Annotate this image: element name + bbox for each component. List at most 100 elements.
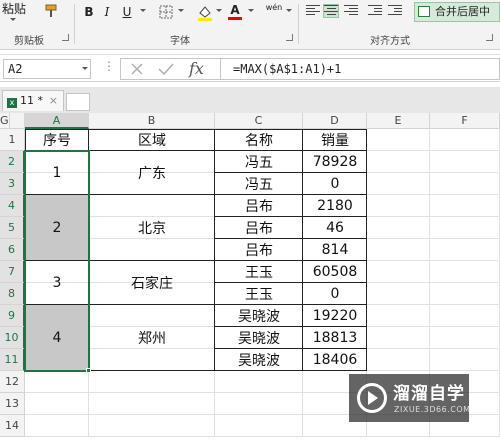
seq-cell[interactable]: 4 <box>25 305 89 371</box>
row-header-6[interactable]: 6 <box>0 239 25 261</box>
row-header-9[interactable]: 9 <box>0 305 25 327</box>
phonetic-button[interactable]: wén <box>264 3 284 21</box>
name-cell[interactable]: 吴晓波 <box>215 305 303 327</box>
name-cell[interactable]: 吴晓波 <box>215 327 303 349</box>
region-cell[interactable]: 广东 <box>89 151 215 195</box>
watermark: 溜溜自学 ZIXUE.3D66.COM <box>349 374 471 422</box>
name-cell[interactable]: 吕布 <box>215 195 303 217</box>
align-center-icon[interactable] <box>323 4 339 18</box>
underline-button[interactable]: U <box>120 3 134 21</box>
column-header-g[interactable]: G <box>0 113 10 129</box>
region-cell[interactable]: 北京 <box>89 195 215 261</box>
bold-button[interactable]: B <box>82 3 96 21</box>
name-cell[interactable]: 冯五 <box>215 151 303 173</box>
sales-cell[interactable]: 19220 <box>303 305 367 327</box>
name-box-dropdown-icon[interactable] <box>82 67 88 70</box>
name-cell[interactable]: 冯五 <box>215 173 303 195</box>
column-header-b[interactable]: B <box>89 113 215 129</box>
merge-icon <box>418 6 430 17</box>
watermark-url: ZIXUE.3D66.COM <box>394 405 471 414</box>
header-cell-sales[interactable]: 销量 <box>303 129 367 151</box>
formula-buttons: fx <box>120 58 220 80</box>
alignment-launcher-icon[interactable] <box>486 34 493 41</box>
font-color-button[interactable]: A <box>228 3 242 20</box>
watermark-title: 溜溜自学 <box>393 384 465 404</box>
sales-cell[interactable]: 78928 <box>303 151 367 173</box>
row-header-7[interactable]: 7 <box>0 261 25 283</box>
seq-cell[interactable]: 1 <box>25 151 89 195</box>
alignment-group-label: 对齐方式 <box>370 36 410 47</box>
sales-cell[interactable]: 0 <box>303 283 367 305</box>
name-cell[interactable]: 王玉 <box>215 261 303 283</box>
enter-icon[interactable] <box>157 61 175 77</box>
row-header-8[interactable]: 8 <box>0 283 25 305</box>
divider <box>298 4 299 44</box>
font-color-dropdown-icon[interactable] <box>248 9 254 12</box>
decrease-indent-icon[interactable] <box>368 5 382 17</box>
column-header-a[interactable]: A <box>25 113 89 129</box>
column-header-f[interactable]: F <box>430 113 500 129</box>
name-cell[interactable]: 吕布 <box>215 239 303 261</box>
clipboard-launcher-icon[interactable] <box>62 34 69 41</box>
paste-button[interactable]: 粘贴 <box>2 0 26 17</box>
row-header-10[interactable]: 10 <box>0 327 25 349</box>
close-icon[interactable]: × <box>49 91 58 111</box>
fill-color-dropdown-icon[interactable] <box>216 9 222 12</box>
underline-dropdown-icon[interactable] <box>140 9 146 12</box>
name-box[interactable]: A2 <box>3 59 91 79</box>
sales-cell[interactable]: 60508 <box>303 261 367 283</box>
header-cell-seq[interactable]: 序号 <box>25 129 89 151</box>
workbook-tab-label: 11 * <box>20 94 43 107</box>
new-tab-button[interactable] <box>66 93 90 111</box>
row-header-1[interactable]: 1 <box>0 129 25 151</box>
border-dropdown-icon[interactable] <box>178 9 184 12</box>
sales-cell[interactable]: 2180 <box>303 195 367 217</box>
sales-cell[interactable]: 0 <box>303 173 367 195</box>
border-icon[interactable] <box>158 4 174 20</box>
sales-cell[interactable]: 18813 <box>303 327 367 349</box>
seq-cell[interactable]: 3 <box>25 261 89 305</box>
row-header-14[interactable]: 14 <box>0 415 25 437</box>
more-icon: ⋮ <box>103 59 115 73</box>
row-header-2[interactable]: 2 <box>0 151 25 173</box>
name-cell[interactable]: 王玉 <box>215 283 303 305</box>
workbook-tab[interactable]: x 11 * × <box>2 90 64 111</box>
align-right-icon[interactable] <box>344 5 358 17</box>
column-header-c[interactable]: C <box>215 113 303 129</box>
sales-cell[interactable]: 46 <box>303 217 367 239</box>
cancel-icon[interactable] <box>129 61 145 77</box>
phonetic-dropdown-icon[interactable] <box>286 9 292 12</box>
font-launcher-icon[interactable] <box>286 34 293 41</box>
row-header-13[interactable]: 13 <box>0 393 25 415</box>
align-left-icon[interactable] <box>306 5 320 17</box>
name-cell[interactable]: 吕布 <box>215 217 303 239</box>
name-cell[interactable]: 吴晓波 <box>215 349 303 371</box>
workbook-tab-strip: x 11 * × <box>0 87 500 113</box>
paste-dropdown-icon[interactable] <box>10 18 16 21</box>
insert-function-button[interactable]: fx <box>189 59 204 78</box>
ribbon: 粘贴 剪贴板 B I U A wén 字体 合并后居中 对齐方式 <box>0 0 500 50</box>
row-header-3[interactable]: 3 <box>0 173 25 195</box>
increase-indent-icon[interactable] <box>388 5 402 17</box>
row-header-12[interactable]: 12 <box>0 371 25 393</box>
column-header-e[interactable]: E <box>367 113 430 129</box>
formula-input[interactable]: =MAX($A$1:A1)+1 <box>220 58 500 80</box>
fill-color-icon[interactable] <box>196 3 214 21</box>
column-header-d[interactable]: D <box>303 113 367 129</box>
row-header-11[interactable]: 11 <box>0 349 25 371</box>
row-header-5[interactable]: 5 <box>0 217 25 239</box>
row-header-4[interactable]: 4 <box>0 195 25 217</box>
seq-cell[interactable]: 2 <box>25 195 89 261</box>
header-cell-name[interactable]: 名称 <box>215 129 303 151</box>
format-painter-icon[interactable] <box>44 3 60 19</box>
region-cell[interactable]: 郑州 <box>89 305 215 371</box>
region-cell[interactable]: 石家庄 <box>89 261 215 305</box>
gridline <box>25 436 500 437</box>
sales-cell[interactable]: 814 <box>303 239 367 261</box>
fill-handle[interactable] <box>86 368 91 373</box>
sales-cell[interactable]: 18406 <box>303 349 367 371</box>
play-triangle-icon <box>368 391 378 405</box>
italic-button[interactable]: I <box>100 3 114 21</box>
header-cell-region[interactable]: 区域 <box>89 129 215 151</box>
clipboard-group-label: 剪贴板 <box>14 36 44 47</box>
